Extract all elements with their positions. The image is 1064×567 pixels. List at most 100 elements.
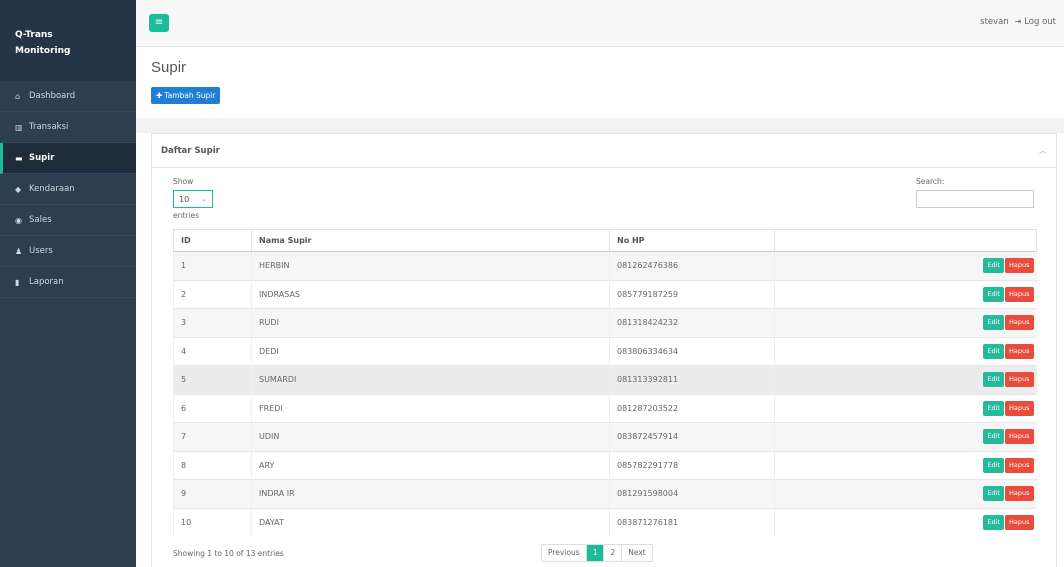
id-card-icon: ▬	[15, 153, 23, 163]
table-row: 8 ARY 085782291778 Edit Hapus	[173, 450, 1037, 480]
cell-phone: 081313392811	[609, 365, 775, 394]
pagination-page-1[interactable]: 1	[586, 545, 605, 561]
delete-button[interactable]: Hapus	[1004, 258, 1034, 274]
column-header-actions	[774, 229, 1037, 252]
edit-button[interactable]: Edit	[983, 286, 1004, 302]
delete-button[interactable]: Hapus	[1004, 315, 1034, 331]
column-header-phone[interactable]: No HP	[609, 229, 775, 252]
cell-actions: Edit Hapus	[774, 336, 1037, 366]
table-row: 7 UDIN 083872457914 Edit Hapus	[173, 422, 1037, 451]
user-menu: stevan ⇥ Log out	[980, 17, 1056, 27]
cell-actions: Edit Hapus	[774, 279, 1037, 309]
cell-name: INDRASAS	[251, 279, 610, 309]
cell-phone: 085779187259	[609, 279, 775, 309]
cell-id: 10	[173, 507, 252, 537]
table-row: 5 SUMARDI 081313392811 Edit Hapus	[173, 365, 1037, 394]
cell-phone: 083872457914	[609, 422, 775, 451]
edit-button[interactable]: Edit	[983, 457, 1004, 473]
edit-button[interactable]: Edit	[983, 400, 1004, 416]
edit-button[interactable]: Edit	[983, 343, 1004, 359]
cell-phone: 081318424232	[609, 308, 775, 337]
cell-id: 5	[173, 365, 252, 394]
brand-line2: Monitoring	[15, 46, 71, 56]
search-label: Search:	[916, 177, 945, 186]
table-row: 9 INDRA IR 081291598004 Edit Hapus	[173, 479, 1037, 508]
pagination-next[interactable]: Next	[622, 545, 651, 561]
cell-id: 9	[173, 479, 252, 508]
cell-id: 8	[173, 450, 252, 480]
cell-phone: 085782291778	[609, 450, 775, 480]
hamburger-icon[interactable]: ≡	[149, 14, 169, 32]
delete-button[interactable]: Hapus	[1004, 343, 1034, 359]
bar-chart-icon: ▥	[15, 122, 23, 132]
edit-button[interactable]: Edit	[983, 486, 1004, 502]
cell-name: RUDI	[251, 308, 610, 337]
delete-button[interactable]: Hapus	[1004, 372, 1034, 388]
chevron-up-icon[interactable]: ︿	[1039, 145, 1047, 156]
sidebar-item-supir[interactable]: ▬ Supir	[0, 143, 136, 174]
sidebar: Q-Trans Monitoring ⌂ Dashboard ▥ Transak…	[0, 0, 136, 567]
panel-header: Daftar Supir ︿	[152, 134, 1056, 168]
table-row: 2 INDRASAS 085779187259 Edit Hapus	[173, 279, 1037, 309]
table-row: 10 DAYAT 083871276181 Edit Hapus	[173, 507, 1037, 537]
pagination-page-2[interactable]: 2	[604, 545, 623, 561]
driver-table-wrap: ID Nama Supir No HP 1 HERBIN 08126247638…	[173, 229, 1037, 537]
edit-button[interactable]: Edit	[983, 429, 1004, 445]
cell-name: DEDI	[251, 336, 610, 366]
username[interactable]: stevan	[980, 17, 1009, 27]
cell-name: ARY	[251, 450, 610, 480]
cell-id: 3	[173, 308, 252, 337]
pagination-previous[interactable]: Previous	[542, 545, 587, 561]
chevron-down-icon: ⌄	[201, 195, 207, 203]
delete-button[interactable]: Hapus	[1004, 429, 1034, 445]
home-icon: ⌂	[15, 91, 21, 101]
delete-button[interactable]: Hapus	[1004, 515, 1034, 530]
logout-icon: ⇥	[1014, 17, 1022, 26]
entries-label: entries	[173, 211, 199, 220]
cell-id: 1	[173, 251, 252, 280]
edit-button[interactable]: Edit	[983, 372, 1004, 388]
edit-button[interactable]: Edit	[983, 258, 1004, 274]
cell-name: HERBIN	[251, 251, 610, 280]
cell-id: 4	[173, 336, 252, 366]
delete-button[interactable]: Hapus	[1004, 286, 1034, 302]
cell-actions: Edit Hapus	[774, 422, 1037, 451]
cell-id: 6	[173, 393, 252, 423]
cell-phone: 083871276181	[609, 507, 775, 537]
cell-name: DAYAT	[251, 507, 610, 537]
user-circle-icon: ◉	[15, 215, 22, 225]
cell-actions: Edit Hapus	[774, 479, 1037, 508]
add-driver-button[interactable]: ✚ Tambah Supir	[151, 87, 221, 104]
sidebar-item-kendaraan[interactable]: ◆ Kendaraan	[0, 174, 136, 205]
table-row: 3 RUDI 081318424232 Edit Hapus	[173, 308, 1037, 337]
cell-actions: Edit Hapus	[774, 365, 1037, 394]
table-row: 4 DEDI 083806334634 Edit Hapus	[173, 336, 1037, 366]
page-length-value: 10	[179, 194, 190, 204]
column-header-id[interactable]: ID	[173, 229, 252, 252]
delete-button[interactable]: Hapus	[1004, 400, 1034, 416]
brand[interactable]: Q-Trans Monitoring	[0, 0, 136, 81]
pagination: Previous 1 2 Next	[541, 544, 653, 562]
sidebar-item-dashboard[interactable]: ⌂ Dashboard	[0, 81, 136, 112]
edit-button[interactable]: Edit	[983, 315, 1004, 331]
cell-actions: Edit Hapus	[774, 450, 1037, 480]
cell-phone: 081287203522	[609, 393, 775, 423]
column-header-name[interactable]: Nama Supir	[251, 229, 610, 252]
sidebar-item-users[interactable]: ♟ Users	[0, 236, 136, 267]
sidebar-item-laporan[interactable]: ▮ Laporan	[0, 267, 136, 298]
delete-button[interactable]: Hapus	[1004, 486, 1034, 502]
search-input[interactable]	[916, 190, 1034, 208]
cell-actions: Edit Hapus	[774, 251, 1037, 280]
edit-button[interactable]: Edit	[983, 515, 1004, 530]
plus-icon: ✚	[156, 91, 163, 100]
page-length-select[interactable]: 10 ⌄	[173, 190, 213, 208]
delete-button[interactable]: Hapus	[1004, 457, 1034, 473]
cell-phone: 081291598004	[609, 479, 775, 508]
logout-link[interactable]: ⇥ Log out	[1015, 17, 1056, 27]
cell-name: FREDI	[251, 393, 610, 423]
sidebar-item-transaksi[interactable]: ▥ Transaksi	[0, 112, 136, 143]
table-header-row: ID Nama Supir No HP	[173, 229, 1037, 252]
cell-phone: 081262476386	[609, 251, 775, 280]
sidebar-item-sales[interactable]: ◉ Sales	[0, 205, 136, 236]
cell-name: INDRA IR	[251, 479, 610, 508]
